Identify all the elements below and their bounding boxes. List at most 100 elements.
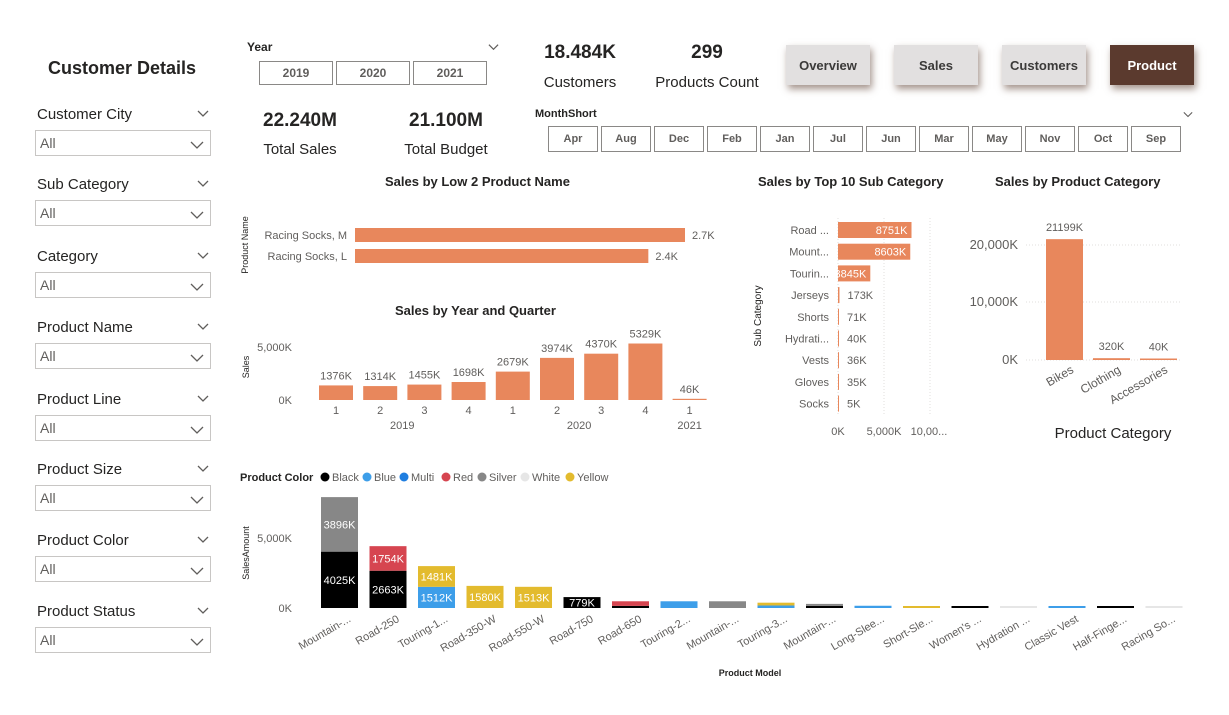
yq-x-tick-label: 1	[687, 405, 693, 417]
top10-category-label: Tourin...	[790, 268, 829, 280]
color-data-label: 1481K	[421, 571, 453, 583]
color-x-tick-label: Half-Finge...	[1071, 613, 1129, 653]
top10-bar	[838, 308, 839, 325]
color-x-tick-label: Long-Slee...	[829, 613, 886, 653]
yq-data-label: 1698K	[453, 367, 485, 379]
top10-data-label: 71K	[847, 312, 867, 324]
color-data-label: 1513K	[518, 592, 550, 604]
top10-category-label: Vests	[802, 355, 829, 367]
top10-x-tick-label: 5,000K	[867, 426, 903, 438]
color-x-tick-label: Mountain-...	[685, 613, 741, 652]
category-x-axis-label: Product Category	[1055, 425, 1172, 442]
yq-year-label: 2021	[677, 420, 701, 432]
low2-category-label: Racing Socks, L	[268, 251, 347, 263]
color-data-label: 1580K	[469, 592, 501, 604]
legend-dot-yellow	[565, 472, 575, 482]
top10-bar	[838, 373, 839, 390]
color-y-tick-label: 5,000K	[257, 533, 293, 545]
yq-bar	[584, 353, 619, 400]
low2-y-axis-label: Product Name	[240, 216, 250, 274]
yq-bar	[672, 398, 707, 400]
color-bar-segment-yellow	[757, 602, 795, 606]
color-x-tick-label: Hydration ...	[975, 613, 1032, 653]
category-data-label: 40K	[1149, 342, 1169, 354]
legend-label-red: Red	[453, 472, 473, 484]
color-x-tick-label: Classic Vest	[1023, 613, 1081, 653]
low2-bar	[355, 228, 685, 242]
top10-category-label: Mount...	[789, 247, 829, 259]
top10-x-tick-label: 0K	[831, 426, 845, 438]
low2-bar	[355, 249, 649, 263]
top10-data-label: 8603K	[874, 247, 906, 259]
yq-bar	[319, 385, 353, 400]
yq-data-label: 3974K	[541, 343, 573, 355]
top10-y-axis-label: Sub Category	[753, 285, 764, 346]
yq-bar	[407, 384, 442, 400]
color-bar-segment-red	[612, 601, 649, 606]
top10-bar	[838, 330, 839, 347]
top10-data-label: 40K	[847, 334, 867, 346]
legend-dot-multi	[399, 472, 409, 482]
color-bar-segment-yellow	[903, 606, 940, 608]
color-data-label: 2663K	[372, 584, 404, 596]
top10-category-label: Gloves	[795, 377, 830, 389]
legend-dot-blue	[362, 472, 372, 482]
yq-y-axis-label: Sales	[241, 355, 251, 378]
category-y-tick-label: 20,000K	[970, 237, 1019, 252]
color-x-tick-label: Road-650	[596, 613, 644, 648]
color-y-axis-label: SalesAmount	[241, 526, 251, 580]
legend-label-yellow: Yellow	[577, 472, 608, 484]
category-y-tick-label: 10,000K	[970, 294, 1019, 309]
top10-category-label: Jerseys	[791, 290, 829, 302]
category-data-label: 320K	[1099, 341, 1125, 353]
yq-y-tick-label: 0K	[279, 395, 293, 407]
yq-data-label: 1376K	[320, 370, 352, 382]
color-bar-segment-blue	[757, 605, 795, 608]
low2-data-label: 2.4K	[655, 251, 678, 263]
color-x-tick-label: Road-250	[354, 613, 402, 648]
category-bar	[1140, 358, 1177, 360]
yq-x-tick-label: 1	[510, 405, 516, 417]
color-x-tick-label: Mountain-...	[297, 613, 353, 652]
yq-x-tick-label: 3	[598, 405, 604, 417]
color-bar-segment-silver	[709, 601, 746, 608]
color-bar-segment-blue	[1048, 606, 1086, 608]
low2-category-label: Racing Socks, M	[264, 230, 347, 242]
color-x-tick-label: Women's ...	[928, 613, 984, 652]
yq-y-tick-label: 5,000K	[257, 342, 293, 354]
legend-label-blue: Blue	[374, 472, 396, 484]
legend-dot-white	[520, 472, 530, 482]
yq-bar	[628, 343, 663, 400]
legend-label-white: White	[532, 472, 560, 484]
color-data-label: 779K	[569, 598, 595, 610]
top10-bar	[838, 352, 839, 369]
legend-label-silver: Silver	[489, 472, 517, 484]
yq-x-tick-label: 4	[466, 405, 472, 417]
top10-category-label: Road ...	[790, 225, 829, 237]
yq-x-tick-label: 2	[377, 405, 383, 417]
category-x-tick-label: Bikes	[1044, 362, 1076, 389]
top10-category-label: Shorts	[797, 312, 829, 324]
top10-data-label: 3845K	[834, 268, 866, 280]
color-data-label: 3896K	[324, 519, 356, 531]
legend-label-black: Black	[332, 472, 359, 484]
charts-canvas: Product Name Racing Socks, M 2.7K Racing So…	[240, 216, 1183, 678]
color-bar-segment-black	[806, 605, 843, 608]
color-x-axis-label: Product Model	[719, 668, 782, 678]
color-x-tick-label: Touring-2...	[639, 613, 693, 651]
top10-category-label: Socks	[799, 399, 829, 411]
low2-data-label: 2.7K	[692, 230, 715, 242]
color-data-label: 1754K	[372, 553, 404, 565]
color-x-tick-label: Racing So...	[1120, 613, 1178, 653]
top10-bar	[838, 287, 840, 304]
yq-data-label: 1314K	[364, 371, 396, 383]
color-bar-segment-white	[1145, 606, 1183, 608]
yq-bar	[495, 371, 530, 400]
color-bar-segment-blue	[660, 601, 698, 608]
color-bar-segment-black	[612, 605, 649, 608]
yq-x-tick-label: 2	[554, 405, 560, 417]
yq-data-label: 2679K	[497, 357, 529, 369]
color-bar-segment-silver	[806, 603, 843, 606]
yq-data-label: 5329K	[629, 329, 661, 341]
top10-data-label: 8751K	[876, 225, 908, 237]
